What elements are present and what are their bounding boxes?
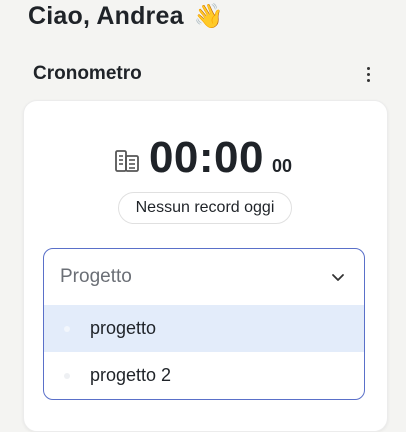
- timer-section-header: Cronometro: [33, 62, 376, 86]
- project-option[interactable]: progetto 2: [44, 352, 364, 399]
- timer-seconds: 00: [272, 156, 293, 176]
- option-bullet: [64, 325, 70, 332]
- greeting-text: Ciao, Andrea: [28, 2, 184, 30]
- greeting-heading: Ciao, Andrea 👋: [28, 2, 224, 31]
- timer-value: 00:00: [148, 133, 264, 182]
- project-select-placeholder: Progetto: [60, 266, 132, 287]
- timer-display: 00:00 00: [0, 133, 406, 183]
- waving-hand-icon: 👋: [193, 3, 224, 30]
- project-option-label: progetto 2: [90, 365, 172, 385]
- record-status-badge: Nessun record oggi: [118, 192, 292, 224]
- option-bullet: [64, 372, 70, 379]
- record-status-text: Nessun record oggi: [135, 199, 275, 216]
- building-icon: [115, 150, 139, 172]
- project-select[interactable]: Progetto progetto progetto 2: [43, 248, 365, 400]
- project-select-trigger[interactable]: Progetto: [44, 249, 364, 305]
- kebab-menu-icon[interactable]: [358, 62, 378, 86]
- project-option[interactable]: progetto: [44, 305, 364, 352]
- project-option-label: progetto: [90, 318, 157, 338]
- chevron-down-icon: [332, 274, 344, 281]
- section-title: Cronometro: [33, 63, 142, 84]
